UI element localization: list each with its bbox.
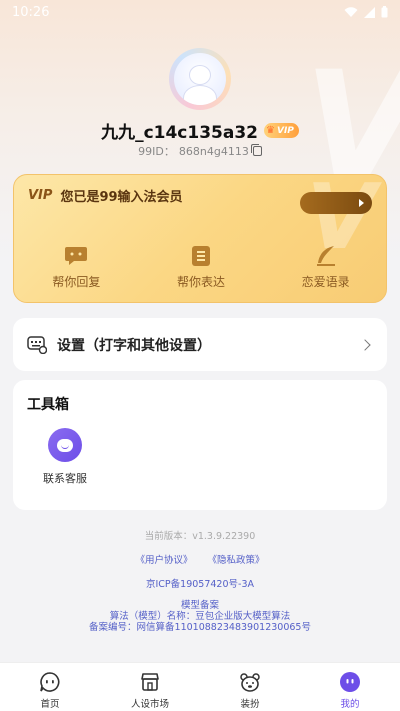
nav-item-home[interactable]: 首页: [0, 663, 100, 711]
feature-label: 帮你回复: [52, 275, 101, 289]
wifi-icon: [344, 6, 358, 17]
settings-row[interactable]: 设置（打字和其他设置）: [13, 318, 387, 371]
user-id-label: 99ID：: [138, 145, 175, 158]
text-lines-icon: [192, 246, 210, 266]
model-filing: 模型备案 算法（模型）名称：豆包企业版大模型算法 备案编号：网信算备110108…: [0, 600, 400, 633]
status-time: 10:26: [12, 4, 50, 20]
nav-item-market[interactable]: 人设市场: [100, 663, 200, 711]
footer: 当前版本：v1.3.9.22390 《用户协议》 《隐私政策》 京ICP备190…: [0, 528, 400, 633]
signal-icon: [364, 6, 375, 18]
feature-help-express[interactable]: 帮你表达: [139, 245, 264, 290]
feather-pen-icon: [316, 246, 335, 266]
vip-logo: VIP: [28, 188, 53, 203]
nav-label: 我的: [340, 699, 360, 710]
username-row: 九九_c14c135a32 ♛ VIP: [0, 118, 400, 143]
user-id-value: 868n4g4113: [178, 144, 249, 158]
tool-contact-service[interactable]: 联系客服: [43, 428, 87, 486]
vip-features: 帮你回复 帮你表达 恋爱语录: [14, 245, 386, 290]
toolbox-title: 工具箱: [27, 397, 69, 413]
status-bar: 10:26: [0, 0, 400, 24]
nav-label: 装扮: [240, 699, 260, 710]
crown-icon: ♛: [266, 125, 275, 136]
username: 九九_c14c135a32: [101, 123, 259, 143]
nav-label: 人设市场: [130, 699, 169, 710]
vip-action-button[interactable]: [300, 192, 372, 214]
vip-card-header: VIP 您已是99输入法会员: [28, 186, 183, 205]
nav-item-dressup[interactable]: 装扮: [200, 663, 300, 711]
bear-icon: [240, 673, 260, 692]
app-version: 当前版本：v1.3.9.22390: [144, 531, 256, 542]
avatar[interactable]: [169, 48, 231, 110]
arrow-right-icon: [359, 199, 364, 207]
status-icons: [344, 6, 388, 18]
profile-icon: [340, 672, 360, 692]
vip-card-title: 您已是99输入法会员: [60, 190, 183, 205]
chevron-right-icon: [359, 338, 371, 351]
feature-help-reply[interactable]: 帮你回复: [14, 245, 139, 290]
settings-label: 设置（打字和其他设置）: [57, 337, 211, 354]
nav-item-mine[interactable]: 我的: [300, 663, 400, 711]
icp-link[interactable]: 京ICP备19057420号-3A: [0, 576, 400, 590]
toolbox-card: 工具箱 联系客服: [13, 380, 387, 510]
customer-service-icon: [48, 428, 82, 462]
home-chat-icon: [40, 672, 60, 692]
vip-badge[interactable]: ♛ VIP: [264, 123, 299, 138]
model-filing-title: 模型备案: [180, 600, 219, 611]
market-icon: [141, 673, 159, 691]
vip-membership-card[interactable]: V VIP 您已是99输入法会员 帮你回复 帮你表达 恋爱语录: [13, 174, 387, 303]
avatar-image: [174, 53, 226, 105]
user-id-row: 99ID： 868n4g4113: [0, 143, 400, 159]
legal-links: 《用户协议》 《隐私政策》: [0, 552, 400, 566]
nav-label: 首页: [40, 699, 60, 710]
privacy-policy-link[interactable]: 《隐私政策》: [208, 555, 265, 566]
feature-love-quotes[interactable]: 恋爱语录: [263, 245, 386, 290]
bottom-nav: 首页 人设市场 装扮 我的: [0, 662, 400, 711]
tool-label: 联系客服: [43, 472, 87, 485]
settings-keyboard-icon: [27, 335, 47, 354]
vip-badge-label: VIP: [276, 125, 294, 136]
filing-number: 备案编号：网信算备110108823483901230065号: [89, 622, 311, 633]
feature-label: 帮你表达: [177, 275, 226, 289]
user-agreement-link[interactable]: 《用户协议》: [135, 555, 192, 566]
chat-bubble-icon: [65, 247, 88, 265]
feature-label: 恋爱语录: [301, 275, 350, 289]
battery-icon: [381, 6, 388, 18]
copy-icon[interactable]: [250, 144, 262, 156]
algorithm-name: 算法（模型）名称：豆包企业版大模型算法: [109, 611, 291, 622]
